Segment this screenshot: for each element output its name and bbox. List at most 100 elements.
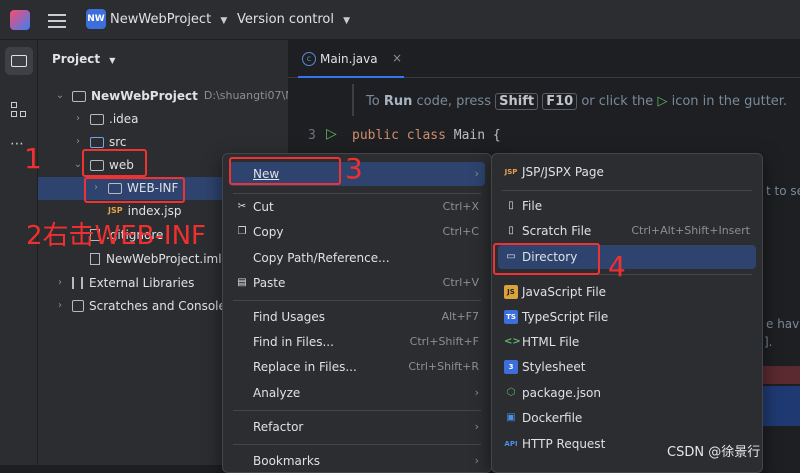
submenu-item-typescript[interactable]: TS TypeScript File <box>498 305 756 329</box>
folder-icon <box>11 55 27 67</box>
typescript-file-icon: TS <box>504 310 518 324</box>
chevron-right-icon: › <box>474 454 479 467</box>
tool-window-stripe: ⋯ <box>0 40 38 465</box>
chevron-right-icon: › <box>58 277 62 288</box>
chevron-right-icon: › <box>76 113 80 124</box>
menu-item-refactor[interactable]: Refactor › <box>229 415 485 439</box>
tree-item-label: Scratches and Consoles <box>89 299 233 313</box>
chevron-down-icon: ▼ <box>220 16 228 26</box>
app-logo-icon[interactable] <box>10 10 30 30</box>
source-folder-icon <box>90 136 104 148</box>
tree-item-scratches[interactable]: › Scratches and Consoles <box>54 295 232 317</box>
scratches-icon <box>72 300 84 312</box>
menu-item-label: TypeScript File <box>522 310 609 324</box>
menu-item-shortcut: Ctrl+Shift+F <box>409 335 479 348</box>
chevron-down-icon: ▼ <box>343 16 351 26</box>
menu-item-analyze[interactable]: Analyze › <box>229 381 485 405</box>
panel-header[interactable]: Project ▼ <box>52 52 115 66</box>
project-badge[interactable]: NW <box>86 9 106 29</box>
javascript-file-icon: JS <box>504 285 518 299</box>
chevron-right-icon: › <box>474 386 479 399</box>
menu-item-shortcut: Ctrl+X <box>442 200 479 213</box>
nodejs-icon: ⬡ <box>506 387 516 398</box>
menu-item-label: Scratch File <box>522 224 592 238</box>
submenu-item-stylesheet[interactable]: 3 Stylesheet <box>498 355 756 379</box>
tree-item-external-libraries[interactable]: › External Libraries <box>54 272 194 294</box>
title-bar: NW NewWebProject ▼ Version control ▼ <box>0 0 800 40</box>
vcs-label: Version control <box>237 12 334 27</box>
clipboard-icon: ▤ <box>237 277 247 288</box>
more-tools-icon[interactable]: ⋯ <box>10 136 25 152</box>
tree-item-root[interactable]: ⌄ NewWebProject D:\shuangti07\N <box>54 85 294 107</box>
menu-item-cut[interactable]: ✂ Cut Ctrl+X <box>229 195 485 219</box>
submenu-item-javascript[interactable]: JS JavaScript File <box>498 280 756 304</box>
shortcut-key: Shift <box>495 93 539 110</box>
annotation-box-web <box>82 149 147 177</box>
tree-item-label: NewWebProject <box>91 89 198 103</box>
menu-item-shortcut: Ctrl+Shift+R <box>408 360 479 373</box>
tree-item-hint: D:\shuangti07\N <box>203 89 294 102</box>
menu-item-label: Bookmarks <box>253 454 321 468</box>
menu-item-replace-in-files[interactable]: Replace in Files... Ctrl+Shift+R <box>229 355 485 379</box>
menu-item-copy-path[interactable]: Copy Path/Reference... <box>229 246 485 270</box>
shortcut-key: F10 <box>542 93 578 110</box>
close-icon[interactable]: × <box>392 51 402 65</box>
menu-item-label: HTML File <box>522 335 580 349</box>
project-name: NewWebProject <box>110 12 212 27</box>
menu-separator <box>233 444 481 445</box>
submenu-item-file[interactable]: ▯ File <box>498 194 756 218</box>
watermark: CSDN @徐景行 <box>667 445 761 460</box>
menu-item-shortcut: Ctrl+V <box>442 276 479 289</box>
menu-item-bookmarks[interactable]: Bookmarks › <box>229 449 485 473</box>
line-number: 3 <box>308 128 316 143</box>
submenu-item-scratch-file[interactable]: ▯ Scratch File Ctrl+Alt+Shift+Insert <box>498 219 756 243</box>
hint-text: To <box>366 94 380 109</box>
html-file-icon: <> <box>504 336 521 347</box>
vcs-widget[interactable]: Version control ▼ <box>237 10 350 30</box>
chevron-down-icon: ⌄ <box>55 90 65 101</box>
css-file-icon: 3 <box>504 360 518 374</box>
submenu-item-dockerfile[interactable]: ▣ Dockerfile <box>498 406 756 430</box>
menu-item-copy[interactable]: ❐ Copy Ctrl+C <box>229 220 485 244</box>
chevron-down-icon: ▼ <box>109 56 116 65</box>
run-gutter-icon[interactable]: ▷ <box>326 126 337 142</box>
tree-item-idea[interactable]: › .idea <box>72 108 139 130</box>
menu-item-shortcut: Ctrl+Alt+Shift+Insert <box>631 224 750 237</box>
tree-item-label: .idea <box>109 112 139 126</box>
structure-icon <box>11 102 17 108</box>
annotation-box-new <box>229 157 341 185</box>
menu-item-label: Find in Files... <box>253 335 334 349</box>
menu-item-find-in-files[interactable]: Find in Files... Ctrl+Shift+F <box>229 330 485 354</box>
code-class-name: Main { <box>453 128 501 143</box>
api-icon: API <box>504 440 518 448</box>
chevron-right-icon: › <box>58 300 62 311</box>
scissors-icon: ✂ <box>237 201 247 212</box>
menu-item-paste[interactable]: ▤ Paste Ctrl+V <box>229 271 485 295</box>
annotation-box-directory <box>493 243 600 275</box>
menu-separator <box>233 410 481 411</box>
editor-fragment: t to see <box>766 184 800 198</box>
chevron-right-icon: › <box>474 420 479 433</box>
menu-item-label: File <box>522 199 543 213</box>
submenu-item-package-json[interactable]: ⬡ package.json <box>498 381 756 405</box>
context-menu: New › ✂ Cut Ctrl+X ❐ Copy Ctrl+C Copy Pa… <box>222 153 492 473</box>
structure-tool-button[interactable] <box>10 101 28 119</box>
run-hint: To Run code, press Shift F10 or click th… <box>366 93 788 110</box>
annotation-step-2: 2右击WEB-INF <box>26 221 206 251</box>
submenu-item-jsp[interactable]: JSP JSP/JSPX Page <box>498 160 756 184</box>
inlay-hint-bar <box>352 84 354 116</box>
main-menu-icon[interactable] <box>48 11 66 29</box>
submenu-item-html[interactable]: <> HTML File <box>498 330 756 354</box>
hint-text: icon in the gutter. <box>671 94 788 109</box>
menu-item-label: JSP/JSPX Page <box>522 165 604 179</box>
code-line: public class Main { <box>352 128 501 143</box>
copy-icon: ❐ <box>237 226 247 237</box>
menu-item-label: Dockerfile <box>522 411 583 425</box>
project-tool-button[interactable] <box>5 47 33 75</box>
menu-item-find-usages[interactable]: Find Usages Alt+F7 <box>229 305 485 329</box>
menu-item-label: Stylesheet <box>522 360 586 374</box>
menu-item-shortcut: Alt+F7 <box>441 310 479 323</box>
chevron-right-icon: › <box>474 167 479 180</box>
project-switcher[interactable]: NewWebProject ▼ <box>110 10 227 30</box>
tab-main-java[interactable]: c Main.java × <box>298 40 404 78</box>
